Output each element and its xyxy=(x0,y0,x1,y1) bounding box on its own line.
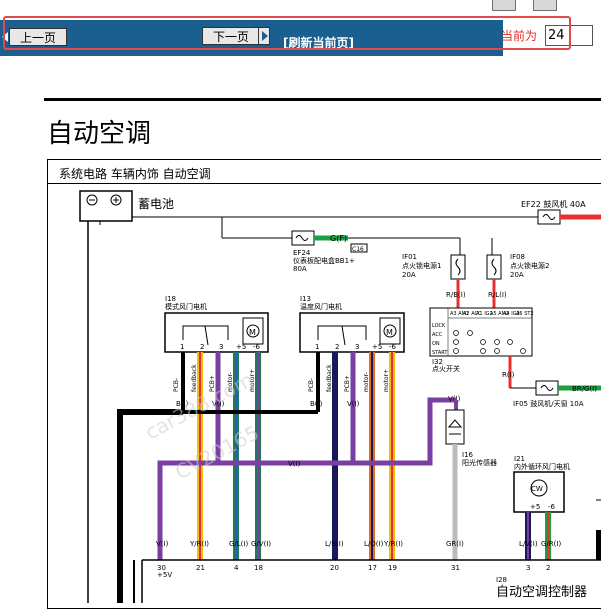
svg-text:仪表板配电盒BB1+: 仪表板配电盒BB1+ xyxy=(293,256,355,265)
svg-text:G/V(I): G/V(I) xyxy=(251,540,271,548)
svg-text:20A: 20A xyxy=(402,271,416,279)
svg-text:BR/G(I): BR/G(I) xyxy=(572,385,597,393)
svg-text:4: 4 xyxy=(234,564,239,572)
svg-text:EF24: EF24 xyxy=(293,249,311,257)
svg-text:V(I): V(I) xyxy=(347,400,360,408)
svg-text:feedback: feedback xyxy=(326,364,333,392)
svg-text:START: START xyxy=(432,350,448,356)
battery-label: 蓄电池 xyxy=(138,197,174,211)
svg-text:ON: ON xyxy=(432,341,440,347)
svg-text:3: 3 xyxy=(526,564,530,572)
svg-text:feedback: feedback xyxy=(191,364,198,392)
ecu-label: 自动空调控制器 xyxy=(496,585,587,600)
svg-text:R/B(I): R/B(I) xyxy=(446,291,466,299)
svg-text:20A: 20A xyxy=(510,271,524,279)
svg-text:L/B(I): L/B(I) xyxy=(325,540,344,548)
svg-text:80A: 80A xyxy=(293,265,307,273)
svg-text:模式风门电机: 模式风门电机 xyxy=(165,302,207,311)
svg-text:I28: I28 xyxy=(496,576,507,584)
svg-text:Y/R(I): Y/R(I) xyxy=(383,540,403,548)
svg-text:IF05 鼓风机/天窗 10A: IF05 鼓风机/天窗 10A xyxy=(513,399,584,408)
svg-text:点火锁电源2: 点火锁电源2 xyxy=(510,261,549,270)
svg-text:PCB+: PCB+ xyxy=(344,375,351,392)
fuse-ef22-label: EF22 鼓风机 40A xyxy=(521,199,586,209)
svg-text:L/O(I): L/O(I) xyxy=(364,540,384,548)
svg-text:+5V: +5V xyxy=(157,571,172,579)
svg-text:21: 21 xyxy=(196,564,205,572)
svg-text:19: 19 xyxy=(388,564,397,572)
svg-text:G/L(I): G/L(I) xyxy=(229,540,248,548)
svg-text:I18: I18 xyxy=(165,295,176,303)
svg-text:PCB-: PCB- xyxy=(173,378,180,392)
svg-text:V(I): V(I) xyxy=(156,540,169,548)
svg-text:R(I): R(I) xyxy=(502,371,515,379)
svg-text:I16: I16 xyxy=(462,451,474,459)
svg-text:LOCK: LOCK xyxy=(432,323,446,329)
svg-text:Y/R(I): Y/R(I) xyxy=(189,540,209,548)
svg-text:I21: I21 xyxy=(514,455,525,463)
svg-text:+5: +5 xyxy=(372,343,382,351)
svg-text:3: 3 xyxy=(219,343,223,351)
svg-text:+5: +5 xyxy=(236,343,246,351)
svg-text:1: 1 xyxy=(180,343,184,351)
svg-text:内外循环风门电机: 内外循环风门电机 xyxy=(514,462,570,471)
svg-text:阳光传感器: 阳光传感器 xyxy=(462,458,497,467)
battery-symbol xyxy=(79,190,133,222)
svg-text:-6: -6 xyxy=(253,343,261,351)
svg-text:20: 20 xyxy=(330,564,339,572)
svg-text:2: 2 xyxy=(546,564,550,572)
wiring-diagram: 蓄电池 EF22 鼓风机 40A G(F) C16 EF24 仪表板配电盒BB1… xyxy=(79,190,601,603)
svg-text:M: M xyxy=(386,328,393,337)
svg-text:-6: -6 xyxy=(389,343,397,351)
svg-text:B(I): B(I) xyxy=(310,400,323,408)
svg-text:17: 17 xyxy=(368,564,377,572)
svg-text:G(F): G(F) xyxy=(330,234,347,243)
svg-text:+5: +5 xyxy=(530,503,540,511)
svg-text:-6: -6 xyxy=(548,503,556,511)
svg-text:3: 3 xyxy=(355,343,359,351)
svg-text:31: 31 xyxy=(451,564,460,572)
svg-text:M: M xyxy=(249,328,256,337)
svg-text:点火开关: 点火开关 xyxy=(432,364,460,373)
svg-text:A6 ST2: A6 ST2 xyxy=(516,311,534,317)
svg-text:点火锁电源1: 点火锁电源1 xyxy=(402,261,441,270)
svg-text:GR(I): GR(I) xyxy=(446,540,464,548)
svg-text:IF08: IF08 xyxy=(510,253,525,261)
svg-text:ACC: ACC xyxy=(432,332,443,338)
svg-text:18: 18 xyxy=(254,564,263,572)
svg-text:IF01: IF01 xyxy=(402,253,417,261)
svg-text:PCB-: PCB- xyxy=(308,378,315,392)
svg-text:温度风门电机: 温度风门电机 xyxy=(300,302,342,311)
svg-text:1: 1 xyxy=(315,343,319,351)
svg-text:motor-: motor- xyxy=(363,372,370,392)
svg-text:I13: I13 xyxy=(300,295,311,303)
svg-text:L/V(I): L/V(I) xyxy=(519,540,538,548)
svg-text:2: 2 xyxy=(335,343,339,351)
svg-text:G/R(I): G/R(I) xyxy=(541,540,561,548)
svg-text:R/L(I): R/L(I) xyxy=(488,291,507,299)
svg-text:V(I): V(I) xyxy=(288,460,301,468)
svg-text:CW: CW xyxy=(531,485,543,493)
svg-text:C16: C16 xyxy=(352,246,364,253)
svg-text:2: 2 xyxy=(200,343,204,351)
fuse-ef24 xyxy=(291,230,315,246)
svg-text:motor+: motor+ xyxy=(383,369,390,392)
